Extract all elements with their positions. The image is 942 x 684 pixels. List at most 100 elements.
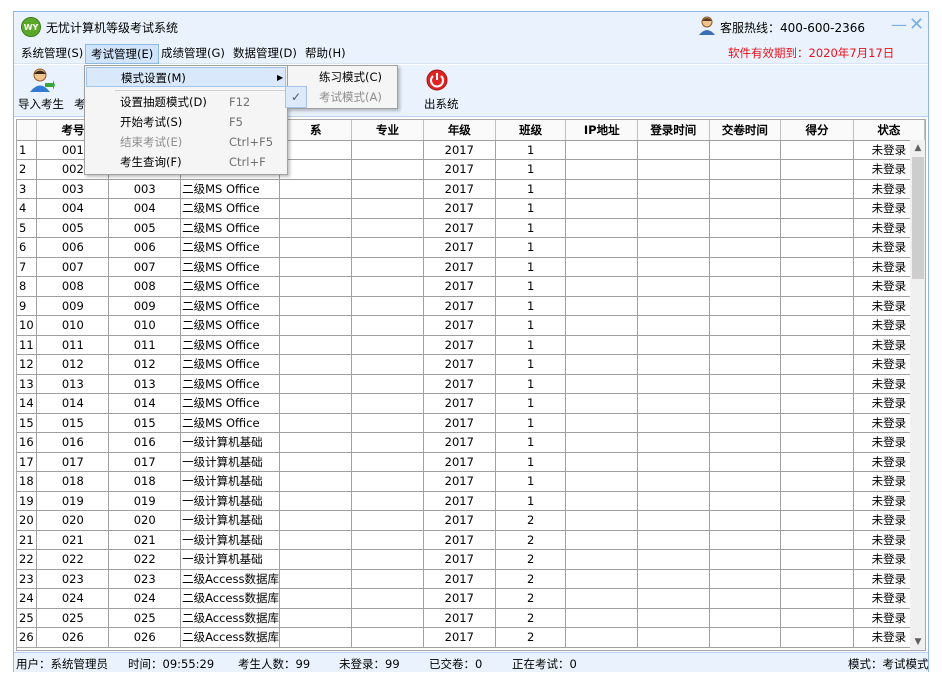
table-cell[interactable]: 2017 xyxy=(423,179,496,199)
table-cell[interactable] xyxy=(637,510,710,531)
table-cell[interactable]: 020 xyxy=(36,510,110,531)
table-cell[interactable] xyxy=(351,237,424,258)
table-cell[interactable] xyxy=(709,569,782,589)
table-cell[interactable] xyxy=(351,510,424,531)
table-cell[interactable]: 2017 xyxy=(423,471,496,492)
table-cell[interactable]: 026 xyxy=(108,627,182,648)
table-cell[interactable] xyxy=(351,608,424,628)
table-row[interactable]: 18 018 018 一级计算机基础 2017 1 未登录 xyxy=(17,471,925,492)
table-cell[interactable]: 017 xyxy=(36,452,110,472)
table-cell[interactable] xyxy=(565,296,639,316)
menu-data[interactable]: 数据管理(D) xyxy=(228,44,302,64)
table-cell[interactable] xyxy=(565,218,639,238)
table-cell[interactable]: 006 xyxy=(108,237,182,258)
table-cell[interactable]: 025 xyxy=(108,608,182,628)
table-cell[interactable]: 023 xyxy=(108,569,182,589)
table-row[interactable]: 16 016 016 一级计算机基础 2017 1 未登录 xyxy=(17,432,925,453)
table-cell[interactable]: 2017 xyxy=(423,413,496,433)
menu-item-query-student[interactable]: 考生查询(F) Ctrl+F xyxy=(86,152,286,172)
table-cell[interactable]: 018 xyxy=(108,471,182,492)
table-cell[interactable] xyxy=(709,354,782,375)
table-cell[interactable] xyxy=(565,159,639,180)
table-cell[interactable]: 2017 xyxy=(423,569,496,589)
table-cell-subject[interactable]: 一级计算机基础 xyxy=(180,530,280,550)
table-cell[interactable] xyxy=(709,237,782,258)
table-row[interactable]: 13 013 013 二级MS Office 2017 1 未登录 xyxy=(17,374,925,394)
table-cell[interactable]: 024 xyxy=(108,588,182,609)
table-cell[interactable]: 021 xyxy=(36,530,110,550)
table-cell[interactable] xyxy=(709,549,782,570)
table-cell[interactable]: 2 xyxy=(495,530,567,550)
table-cell[interactable] xyxy=(565,569,639,589)
table-cell[interactable] xyxy=(709,471,782,492)
table-cell[interactable]: 2 xyxy=(495,549,567,570)
table-cell[interactable]: 1 xyxy=(495,413,567,433)
table-cell[interactable] xyxy=(351,549,424,570)
table-cell[interactable] xyxy=(351,315,424,336)
table-cell[interactable] xyxy=(351,140,424,160)
table-cell[interactable] xyxy=(279,354,353,375)
table-cell[interactable] xyxy=(709,608,782,628)
table-cell[interactable] xyxy=(351,432,424,453)
table-cell[interactable] xyxy=(565,413,639,433)
table-cell[interactable] xyxy=(279,335,353,355)
table-cell[interactable]: 024 xyxy=(36,588,110,609)
minimize-button[interactable]: — xyxy=(891,17,907,35)
table-cell[interactable]: 1 xyxy=(495,393,567,414)
table-cell[interactable] xyxy=(780,354,854,375)
table-cell[interactable] xyxy=(637,315,710,336)
table-cell[interactable] xyxy=(279,588,353,609)
table-cell[interactable] xyxy=(637,257,710,277)
table-cell[interactable]: 021 xyxy=(108,530,182,550)
table-cell-subject[interactable]: 二级MS Office xyxy=(180,276,280,297)
table-cell[interactable]: 2017 xyxy=(423,432,496,453)
table-cell[interactable] xyxy=(780,218,854,238)
table-cell[interactable]: 1 xyxy=(495,140,567,160)
table-cell-subject[interactable]: 二级Access数据库 xyxy=(180,627,280,648)
table-cell[interactable] xyxy=(780,393,854,414)
table-cell-subject[interactable]: 一级计算机基础 xyxy=(180,510,280,531)
table-cell[interactable] xyxy=(780,276,854,297)
table-cell[interactable]: 2017 xyxy=(423,198,496,219)
table-cell[interactable] xyxy=(709,257,782,277)
col-header-class[interactable]: 班级 xyxy=(495,120,567,141)
table-cell-subject[interactable]: 二级MS Office xyxy=(180,374,280,394)
table-cell[interactable]: 018 xyxy=(36,471,110,492)
table-cell[interactable] xyxy=(565,140,639,160)
table-cell[interactable]: 1 xyxy=(495,491,567,511)
table-cell[interactable]: 014 xyxy=(36,393,110,414)
table-cell[interactable] xyxy=(709,627,782,648)
table-cell[interactable]: 011 xyxy=(36,335,110,355)
scroll-thumb[interactable] xyxy=(912,157,924,279)
table-cell[interactable]: 2017 xyxy=(423,257,496,277)
close-button[interactable]: ✕ xyxy=(909,16,925,34)
table-row[interactable]: 24 024 024 二级Access数据库 2017 2 未登录 xyxy=(17,588,925,609)
table-cell[interactable]: 1 xyxy=(495,374,567,394)
table-cell[interactable] xyxy=(637,296,710,316)
menu-scores[interactable]: 成绩管理(G) xyxy=(156,44,230,64)
table-cell[interactable]: 013 xyxy=(108,374,182,394)
table-cell[interactable] xyxy=(351,393,424,414)
table-cell[interactable]: 2017 xyxy=(423,393,496,414)
table-cell[interactable]: 2 xyxy=(495,510,567,531)
col-header-login-time[interactable]: 登录时间 xyxy=(637,120,710,141)
table-cell[interactable] xyxy=(279,491,353,511)
table-cell[interactable] xyxy=(351,296,424,316)
col-header-dept[interactable]: 系 xyxy=(279,120,353,141)
table-cell[interactable]: 012 xyxy=(36,354,110,375)
table-cell[interactable]: 2 xyxy=(495,608,567,628)
table-cell[interactable] xyxy=(637,159,710,180)
table-cell[interactable] xyxy=(351,530,424,550)
table-cell[interactable] xyxy=(279,179,353,199)
table-cell[interactable] xyxy=(709,335,782,355)
table-cell[interactable]: 1 xyxy=(495,276,567,297)
table-cell[interactable] xyxy=(780,198,854,219)
table-cell[interactable] xyxy=(637,608,710,628)
table-cell[interactable]: 2017 xyxy=(423,452,496,472)
table-cell[interactable] xyxy=(565,608,639,628)
table-cell[interactable]: 007 xyxy=(36,257,110,277)
table-row[interactable]: 19 019 019 一级计算机基础 2017 1 未登录 xyxy=(17,491,925,511)
table-cell[interactable]: 009 xyxy=(108,296,182,316)
table-cell[interactable]: 1 xyxy=(495,159,567,180)
table-cell[interactable] xyxy=(565,198,639,219)
